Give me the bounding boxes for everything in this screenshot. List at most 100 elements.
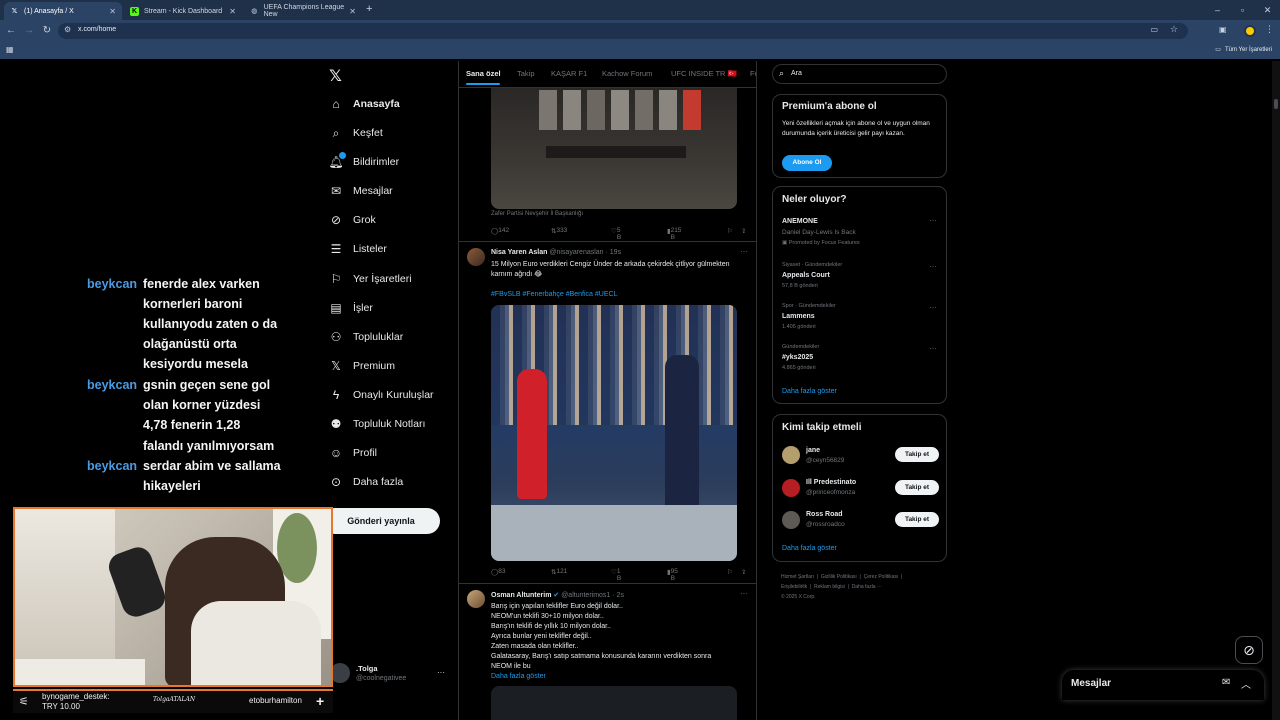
sidebar-item-lists[interactable]: ☰ Listeler xyxy=(329,238,387,260)
sidepanel-icon[interactable]: ▣ xyxy=(1219,25,1227,34)
bookmark-icon[interactable]: ⚐ xyxy=(727,227,733,235)
avatar[interactable] xyxy=(782,446,800,464)
reply-button[interactable]: ◯ 83 xyxy=(491,568,506,576)
tab-for-you[interactable]: Sana özel xyxy=(466,69,501,78)
sidebar-item-jobs[interactable]: ▤ İşler xyxy=(329,297,373,319)
like-button[interactable]: ♡ 5 B xyxy=(611,227,621,241)
sidebar-item-bookmarks[interactable]: ⚐ Yer İşaretleri xyxy=(329,268,412,290)
profile-avatar[interactable] xyxy=(1244,25,1256,37)
all-bookmarks-link[interactable]: ▭ Tüm Yer İşaretleri xyxy=(1215,46,1272,53)
follow-show-more-link[interactable]: Daha fazla göster xyxy=(782,545,837,552)
follow-name[interactable]: Ross Road xyxy=(806,511,843,518)
account-more-button[interactable]: ··· xyxy=(437,668,445,677)
scrollbar-thumb[interactable] xyxy=(1274,99,1278,109)
retweet-button[interactable]: ⇅ 121 xyxy=(551,568,567,576)
reload-icon[interactable]: ↻ xyxy=(40,24,54,38)
tab-kasar-f1[interactable]: KAŞAR F1 xyxy=(551,69,587,78)
avatar[interactable] xyxy=(782,511,800,529)
tab-more-lists[interactable]: Fo xyxy=(750,69,756,78)
bookmark-icon[interactable]: ⚐ xyxy=(727,568,733,576)
search-input[interactable]: ⌕ Ara xyxy=(772,64,947,84)
sidebar-item-premium[interactable]: 𝕏 Premium xyxy=(329,355,395,377)
apps-grid-icon[interactable]: ▦ xyxy=(6,45,14,54)
sidebar-item-messages[interactable]: ✉ Mesajlar xyxy=(329,180,393,202)
footer-link[interactable]: Çerez Politikası xyxy=(864,574,899,580)
retweet-button[interactable]: ⇅ 333 xyxy=(551,227,567,235)
tweet-hashtags[interactable]: #FBvSLB #Fenerbahçe #Benfica #UECL xyxy=(491,290,746,300)
star-icon[interactable]: ☆ xyxy=(1170,24,1178,35)
trends-show-more-link[interactable]: Daha fazla göster xyxy=(782,388,837,395)
trend-more-button[interactable]: ··· xyxy=(929,303,937,312)
follow-button[interactable]: Takip et xyxy=(895,512,939,527)
sidebar-item-explore[interactable]: ⌕ Keşfet xyxy=(329,122,383,144)
forward-arrow-icon[interactable]: → xyxy=(22,24,36,38)
close-window-icon[interactable]: ✕ xyxy=(1255,0,1280,20)
tab-ufc-inside-tr[interactable]: UFC INSIDE TR 🇹🇷 xyxy=(671,69,737,78)
footer-link[interactable]: Hizmet Şartları xyxy=(781,574,814,580)
share-icon[interactable]: ⇪ xyxy=(741,568,746,576)
tweet-more-button[interactable]: ··· xyxy=(740,589,748,598)
sidebar-item-verified-orgs[interactable]: ϟ Onaylı Kuruluşlar xyxy=(329,384,434,406)
close-icon[interactable]: ✕ xyxy=(229,7,236,16)
trend-more-button[interactable]: ··· xyxy=(929,216,937,225)
tweet-author-avatar[interactable] xyxy=(467,248,485,266)
tweet-media-image[interactable] xyxy=(491,305,737,561)
like-button[interactable]: ♡ 1 B xyxy=(611,568,621,582)
chevron-up-icon[interactable]: ︿ xyxy=(1241,676,1251,691)
sidebar-item-more[interactable]: ⊙ Daha fazla xyxy=(329,471,403,493)
sidebar-item-profile[interactable]: ☺ Profil xyxy=(329,442,377,464)
back-arrow-icon[interactable]: ← xyxy=(4,24,18,38)
views-button[interactable]: ▮ 95 B xyxy=(667,568,678,582)
messages-dock[interactable]: Mesajlar ✉ ︿ xyxy=(1062,670,1264,700)
close-icon[interactable]: ✕ xyxy=(349,7,356,16)
footer-link[interactable]: Erişilebilirlik xyxy=(781,584,807,590)
new-message-icon[interactable]: ✉ xyxy=(1222,677,1230,688)
tweet-author[interactable]: Osman Altunterim ✔ @altunterimos1 · 2s xyxy=(491,591,624,599)
new-tab-button[interactable]: + xyxy=(366,3,372,15)
follow-button[interactable]: Takip et xyxy=(895,480,939,495)
subscribe-button[interactable]: Abone Ol xyxy=(782,155,832,171)
trend-more-button[interactable]: ··· xyxy=(929,344,937,353)
trend-title[interactable]: Lammens xyxy=(782,313,815,320)
sidebar-item-community-notes[interactable]: ⚉ Topluluk Notları xyxy=(329,413,426,435)
sidebar-item-communities[interactable]: ⚇ Topluluklar xyxy=(329,326,404,348)
avatar[interactable] xyxy=(782,479,800,497)
reply-button[interactable]: ◯ 142 xyxy=(491,227,509,235)
address-bar[interactable]: ⚙ x.com/home ▭ ☆ xyxy=(58,23,1188,39)
follow-name[interactable]: jane xyxy=(806,447,820,454)
follow-button[interactable]: Takip et xyxy=(895,447,939,462)
menu-kebab-icon[interactable]: ⋮ xyxy=(1265,24,1274,35)
tweet-more-button[interactable]: ··· xyxy=(740,247,748,256)
footer-link[interactable]: Reklam bilgisi xyxy=(814,584,845,590)
page-scrollbar[interactable] xyxy=(1272,61,1280,720)
maximize-icon[interactable]: ▫ xyxy=(1230,0,1255,20)
minimize-icon[interactable]: – xyxy=(1205,0,1230,20)
footer-link[interactable]: Gizlilik Politikası xyxy=(821,574,857,580)
trend-title[interactable]: Appeals Court xyxy=(782,272,830,279)
sidebar-item-notifications[interactable]: 🔔︎ Bildirimler xyxy=(328,151,399,173)
install-icon[interactable]: ▭ xyxy=(1150,25,1158,34)
footer-link[interactable]: Daha fazla ··· xyxy=(852,584,882,590)
sidebar-item-grok[interactable]: ⊘ Grok xyxy=(329,209,376,231)
close-icon[interactable]: ✕ xyxy=(109,7,116,16)
tab-kachow-forum[interactable]: Kachow Forum xyxy=(602,69,652,78)
tab-kick-dashboard[interactable]: K Stream - Kick Dashboard ✕ xyxy=(124,2,242,20)
tab-x-home[interactable]: 𝕏 (1) Anasayfa / X ✕ xyxy=(4,2,122,20)
tweet-author[interactable]: Nisa Yaren Aslan @nisayarenaslan · 19s xyxy=(491,249,621,256)
tweet-author-avatar[interactable] xyxy=(467,590,485,608)
trend-more-button[interactable]: ··· xyxy=(929,262,937,271)
grok-icon[interactable]: ⊘ xyxy=(1235,636,1263,664)
tab-uefa[interactable]: ◍ UEFA Champions League New ✕ xyxy=(244,2,362,20)
tweet-media-image[interactable] xyxy=(491,88,737,209)
show-more-link[interactable]: Daha fazla göster xyxy=(491,672,746,682)
sidebar-item-home[interactable]: ⌂ Anasayfa xyxy=(329,93,399,115)
share-icon[interactable]: ⇪ xyxy=(741,227,746,235)
site-info-icon[interactable]: ⚙ xyxy=(64,25,71,34)
x-logo-icon[interactable]: 𝕏 xyxy=(329,66,342,86)
trend-title[interactable]: #yks2025 xyxy=(782,354,813,361)
follow-name[interactable]: Ill Predestinato xyxy=(806,479,856,486)
tab-following[interactable]: Takip xyxy=(517,69,535,78)
tweet-media-image[interactable] xyxy=(491,686,737,720)
views-button[interactable]: ▮ 215 B xyxy=(667,227,681,241)
account-avatar[interactable] xyxy=(330,663,350,683)
